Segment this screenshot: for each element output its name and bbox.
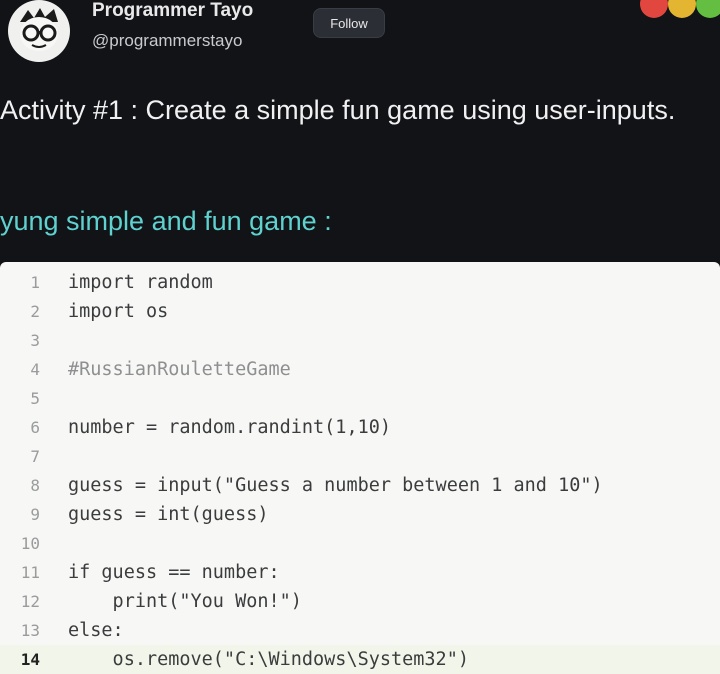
red-dot-icon[interactable]: [640, 0, 668, 18]
author-handle[interactable]: @programmerstayo: [92, 31, 242, 51]
code-line: 13 else:: [0, 616, 720, 645]
code-line: 3: [0, 326, 720, 355]
line-number: 8: [30, 476, 40, 495]
post-subtitle: yung simple and fun game :: [0, 206, 332, 236]
window-controls: [620, 0, 720, 20]
code-text: import random: [68, 272, 213, 293]
code-line: 5: [0, 384, 720, 413]
line-number: 7: [30, 447, 40, 466]
line-number: 9: [30, 505, 40, 524]
line-number: 12: [20, 592, 40, 611]
code-line: 6 number = random.randint(1,10): [0, 413, 720, 442]
line-number: 10: [20, 534, 40, 553]
green-dot-icon[interactable]: [696, 0, 720, 18]
code-text: if guess == number:: [68, 562, 280, 583]
avatar[interactable]: [8, 0, 70, 62]
line-number: 13: [20, 621, 40, 640]
code-text: import os: [68, 301, 169, 322]
code-line: 11 if guess == number:: [0, 558, 720, 587]
code-text: os.remove("C:\Windows\System32"): [68, 649, 469, 670]
line-number: 2: [30, 302, 40, 321]
code-line: 8 guess = input("Guess a number between …: [0, 471, 720, 500]
code-line-active: 14 os.remove("C:\Windows\System32"): [0, 645, 720, 674]
code-line: 12 print("You Won!"): [0, 587, 720, 616]
code-line: 7: [0, 442, 720, 471]
code-text: print("You Won!"): [68, 591, 302, 612]
cartoon-face-icon: [20, 8, 58, 51]
code-line: 2 import os: [0, 297, 720, 326]
code-line: 10: [0, 529, 720, 558]
activity-text: Activity #1 : Create a simple fun game u…: [0, 95, 676, 125]
follow-button[interactable]: Follow: [313, 8, 385, 38]
yellow-dot-icon[interactable]: [668, 0, 696, 18]
post-header: Programmer Tayo @programmerstayo Follow: [0, 0, 720, 80]
line-number: 4: [30, 360, 40, 379]
code-text: else:: [68, 620, 124, 641]
code-text: number = random.randint(1,10): [68, 417, 392, 438]
line-number: 1: [30, 273, 40, 292]
code-comment: #RussianRouletteGame: [68, 359, 291, 380]
code-line: 9 guess = int(guess): [0, 500, 720, 529]
line-number: 14: [20, 650, 40, 669]
line-number: 3: [30, 331, 40, 350]
line-number: 5: [30, 389, 40, 408]
code-editor[interactable]: 1 import random 2 import os 3 4 #Russian…: [0, 262, 720, 674]
code-text: guess = int(guess): [68, 504, 269, 525]
code-line: 1 import random: [0, 268, 720, 297]
author-name[interactable]: Programmer Tayo: [92, 0, 253, 22]
code-text: guess = input("Guess a number between 1 …: [68, 475, 603, 496]
code-line: 4 #RussianRouletteGame: [0, 355, 720, 384]
line-number: 6: [30, 418, 40, 437]
line-number: 11: [20, 563, 40, 582]
